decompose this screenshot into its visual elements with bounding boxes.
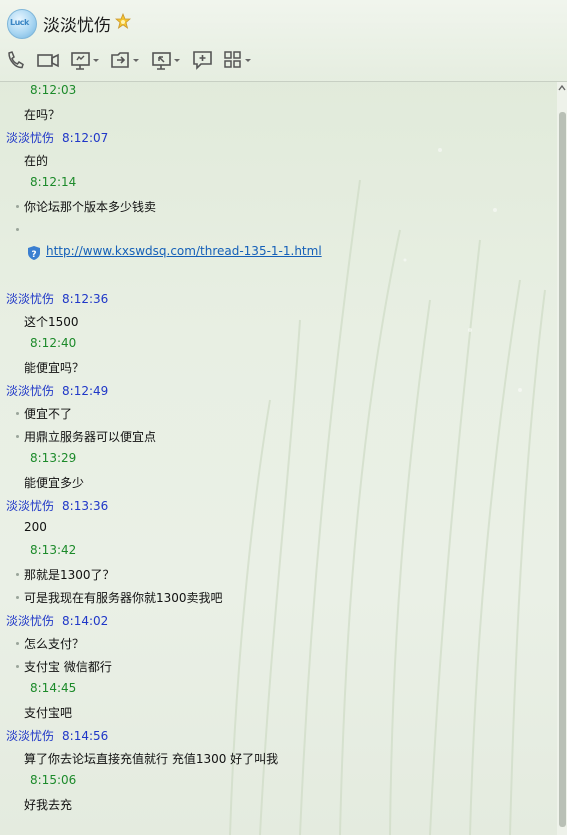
- message-text: 在的: [24, 154, 49, 168]
- add-chat-icon[interactable]: [192, 48, 214, 72]
- sender-line: 淡淡忧伤 8:14:56: [6, 727, 108, 744]
- message-text: 怎么支付？: [24, 637, 85, 651]
- scroll-up-icon[interactable]: [557, 82, 567, 94]
- message-bullet: [16, 435, 19, 438]
- message-text: 便宜不了: [24, 407, 73, 421]
- message-text: 支付宝 微信都行: [24, 660, 112, 674]
- message-timestamp: 8:14:45: [30, 681, 77, 695]
- sender-name[interactable]: 淡淡忧伤: [6, 729, 54, 743]
- message-bullet: [16, 205, 19, 208]
- sender-line: 淡淡忧伤 8:12:36: [6, 290, 108, 307]
- message-timestamp: 8:12:14: [30, 175, 77, 189]
- message-text: 用鼎立服务器可以便宜点: [24, 430, 157, 444]
- message-text: 可是我现在有服务器你就1300卖我吧: [24, 591, 223, 605]
- svg-text:?: ?: [31, 250, 36, 260]
- sender-name[interactable]: 淡淡忧伤: [6, 292, 54, 306]
- chat-history[interactable]: 8:12:03 在吗？ 淡淡忧伤 8:12:07 在的 8:12:14 你论坛那个版本多少钱…: [0, 82, 556, 835]
- message-bullet: [16, 596, 19, 599]
- phone-icon[interactable]: [6, 48, 24, 72]
- message-link[interactable]: http://www.kxswdsq.com/thread-135-1-1.ht…: [46, 244, 322, 258]
- video-icon[interactable]: [36, 48, 60, 72]
- sender-name[interactable]: 淡淡忧伤: [6, 384, 54, 398]
- file-transfer-icon[interactable]: [110, 48, 142, 72]
- sender-line: 淡淡忧伤 8:14:02: [6, 612, 108, 629]
- sender-line: 淡淡忧伤 8:12:07: [6, 129, 108, 146]
- apps-icon[interactable]: [223, 48, 255, 72]
- message-timestamp: 8:13:29: [30, 451, 77, 465]
- message-timestamp: 8:15:06: [30, 773, 77, 787]
- message-text: 200: [24, 520, 47, 534]
- sender-timestamp: 8:14:02: [62, 614, 109, 628]
- message-bullet: [16, 412, 19, 415]
- contact-name[interactable]: 淡淡忧伤: [43, 11, 111, 36]
- chat-header: Luck 淡淡忧伤: [0, 0, 567, 82]
- scrollbar[interactable]: [557, 82, 567, 835]
- message-text: 在吗？: [24, 108, 61, 122]
- message-text: 这个1500: [24, 315, 79, 329]
- message-text: 那就是1300了？: [24, 568, 115, 582]
- message-bullet: [16, 573, 19, 576]
- help-shield-icon: ?: [28, 246, 40, 260]
- sender-line: 淡淡忧伤 8:13:36: [6, 497, 108, 514]
- scroll-thumb[interactable]: [559, 112, 566, 827]
- remote-desktop-icon[interactable]: [151, 48, 183, 72]
- message-text: 你论坛那个版本多少钱卖: [24, 200, 157, 214]
- message-bullet: [16, 665, 19, 668]
- sender-timestamp: 8:12:36: [62, 292, 109, 306]
- sender-line: 淡淡忧伤 8:12:49: [6, 382, 108, 399]
- screen-share-icon[interactable]: [70, 48, 102, 72]
- chat-toolbar: [0, 48, 567, 72]
- star-icon[interactable]: [115, 13, 131, 29]
- message-timestamp: 8:12:40: [30, 336, 77, 350]
- sender-timestamp: 8:12:49: [62, 384, 109, 398]
- avatar-text: Luck: [10, 18, 29, 27]
- sender-timestamp: 8:12:07: [62, 131, 109, 145]
- sender-name[interactable]: 淡淡忧伤: [6, 499, 54, 513]
- message-text: 能便宜吗？: [24, 361, 85, 375]
- message-timestamp: 8:12:03: [30, 83, 77, 97]
- message-bullet: [16, 228, 19, 231]
- message-bullet: [16, 642, 19, 645]
- sender-timestamp: 8:14:56: [62, 729, 109, 743]
- message-timestamp: 8:13:42: [30, 543, 77, 557]
- sender-timestamp: 8:13:36: [62, 499, 109, 513]
- message-text: 支付宝吧: [24, 706, 73, 720]
- message-text: 算了你去论坛直接充值就行 充值1300 好了叫我: [24, 752, 279, 766]
- avatar[interactable]: Luck: [7, 9, 37, 39]
- message-text: 能便宜多少: [24, 476, 85, 490]
- message-text: 好我去充: [24, 798, 73, 812]
- sender-name[interactable]: 淡淡忧伤: [6, 614, 54, 628]
- sender-name[interactable]: 淡淡忧伤: [6, 131, 54, 145]
